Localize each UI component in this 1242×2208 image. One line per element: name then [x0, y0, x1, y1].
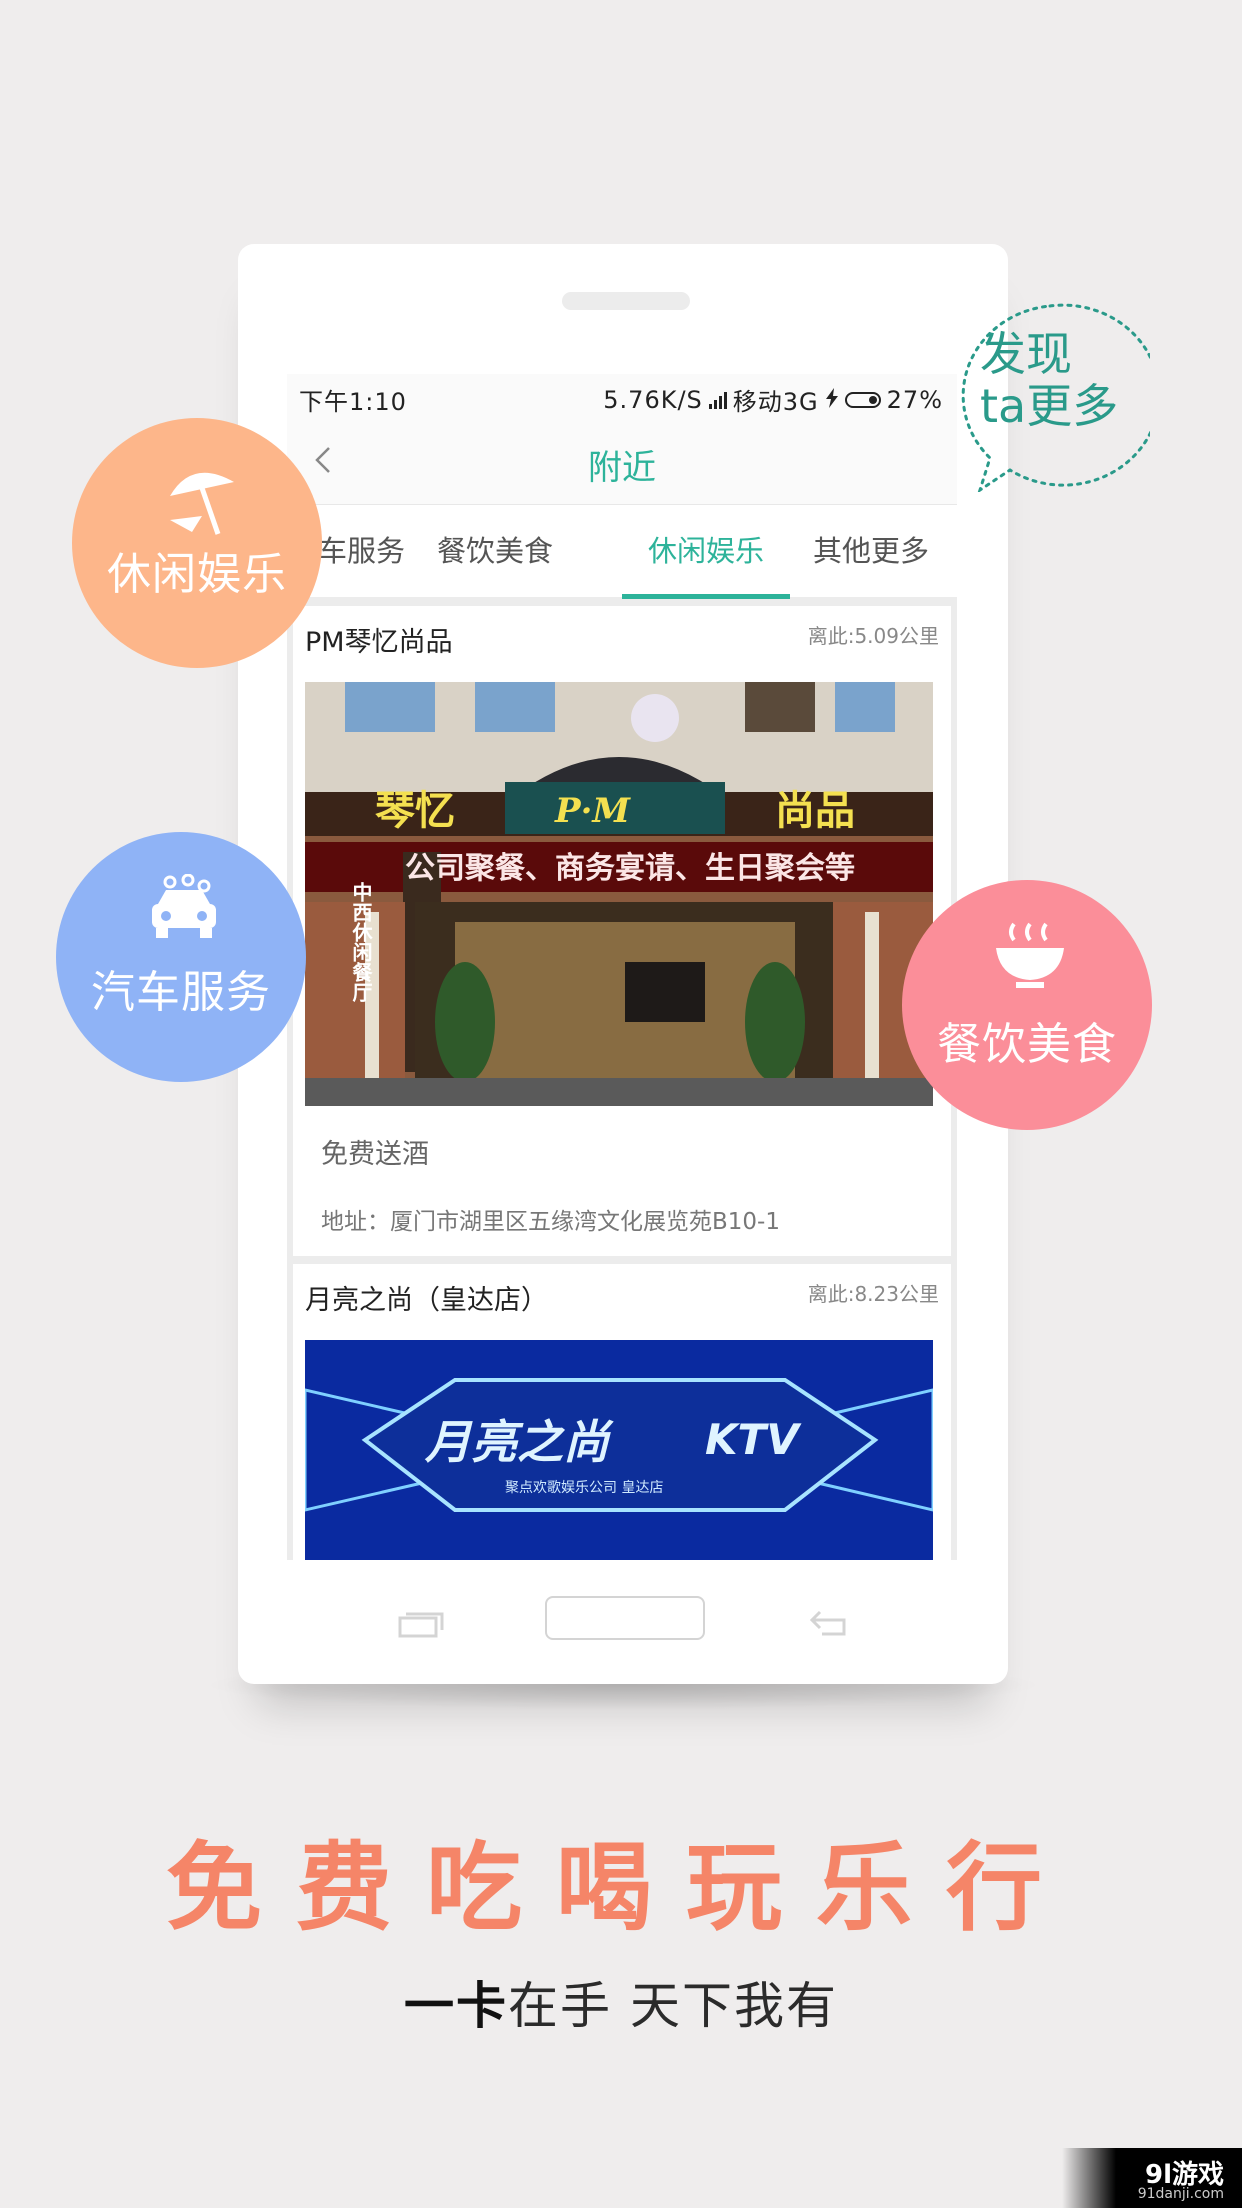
sign-pm-text: P·M [554, 791, 631, 831]
venue-promo: 免费送酒 [321, 1139, 429, 1170]
recent-apps-icon[interactable] [398, 1610, 444, 1638]
speech-line-1: 发现 [980, 327, 1072, 381]
venue-photo: 琴忆 P·M 尚品 公司聚餐、商务宴请、生日聚会等 中西休闲餐厅 [305, 682, 933, 1106]
tab-more[interactable]: 其他更多 [787, 505, 955, 597]
status-time: 下午1:10 [299, 388, 407, 416]
charging-icon [825, 386, 839, 414]
food-bubble-label: 餐饮美食 [937, 1019, 1117, 1070]
sign-main-text: 琴忆 [375, 788, 455, 834]
leisure-bubble[interactable]: 休闲娱乐 [72, 418, 322, 668]
venue-distance: 离此:8.23公里 [807, 1282, 939, 1306]
battery-level: 27% [886, 385, 943, 414]
sign-ktv-text: KTV [705, 1415, 802, 1464]
phone-screen: 下午1:10 5.76K/S 移动3G 27% 附近 汽车服务 餐饮美食 休闲娱… [287, 374, 957, 1560]
subline: 一卡在手 天下我有 [0, 1966, 1242, 2038]
subline-rest: 在手 天下我有 [508, 1977, 838, 2035]
watermark-sub: 91danji.com [1137, 2186, 1224, 2202]
car-bubble-label: 汽车服务 [91, 967, 271, 1018]
venue-distance: 离此:5.09公里 [807, 624, 939, 648]
venue-name: PM琴忆尚品 [305, 627, 453, 658]
venue-card[interactable]: PM琴忆尚品 离此:5.09公里 琴忆 P·M 尚品 公司聚餐、商务宴请、生日聚… [293, 606, 951, 1256]
car-wash-icon [152, 874, 216, 938]
battery-icon [844, 391, 881, 408]
sign-ktv-sub-text: 聚点欢歌娱乐公司 皇达店 [505, 1480, 663, 1496]
signal-icon [708, 391, 727, 409]
sign-side-text: 尚品 [775, 788, 855, 834]
status-bar: 下午1:10 5.76K/S 移动3G 27% [287, 374, 957, 418]
watermark: 9l游戏 91danji.com [1062, 2148, 1242, 2208]
tab-food[interactable]: 餐饮美食 [411, 505, 579, 597]
carrier-label: 移动3G [732, 388, 819, 416]
status-indicators: 5.76K/S 移动3G 27% [603, 382, 943, 417]
top-nav-bar: 附近 [287, 418, 957, 505]
page-title: 附近 [588, 448, 656, 488]
subline-bold: 一卡 [404, 1977, 509, 2035]
car-bubble[interactable]: 汽车服务 [56, 832, 306, 1082]
venue-card[interactable]: 月亮之尚（皇达店） 离此:8.23公里 月亮之尚 KTV 聚点欢歌娱乐公司 皇达… [293, 1264, 951, 1560]
category-tabs: 汽车服务 餐饮美食 休闲娱乐 其他更多 [287, 505, 957, 597]
sign-ktv-main-text: 月亮之尚 [424, 1415, 614, 1469]
beach-umbrella-icon [170, 472, 234, 535]
phone-speaker [562, 292, 690, 310]
sign-vertical-text: 中西休闲餐厅 [349, 881, 373, 1003]
leisure-bubble-label: 休闲娱乐 [107, 549, 287, 600]
phone-nav-buttons [238, 1560, 1008, 1684]
venue-photo: 月亮之尚 KTV 聚点欢歌娱乐公司 皇达店 [305, 1340, 933, 1560]
speech-line-2: ta更多 [980, 379, 1119, 433]
sign-led-text: 公司聚餐、商务宴请、生日聚会等 [405, 851, 855, 886]
speech-bubble-text: 发现 ta更多 [980, 328, 1118, 432]
food-bubble[interactable]: 餐饮美食 [902, 880, 1152, 1130]
bowl-icon [996, 922, 1064, 988]
venue-address: 地址：厦门市湖里区五缘湾文化展览苑B10-1 [321, 1209, 780, 1235]
headline: 免费吃喝玩乐行 [166, 1832, 1076, 1944]
tab-active-indicator [622, 594, 790, 599]
venue-name: 月亮之尚（皇达店） [305, 1285, 548, 1316]
network-speed: 5.76K/S [603, 385, 703, 414]
home-button[interactable] [545, 1596, 705, 1640]
tab-leisure[interactable]: 休闲娱乐 [622, 505, 790, 597]
back-icon[interactable] [808, 1608, 852, 1638]
